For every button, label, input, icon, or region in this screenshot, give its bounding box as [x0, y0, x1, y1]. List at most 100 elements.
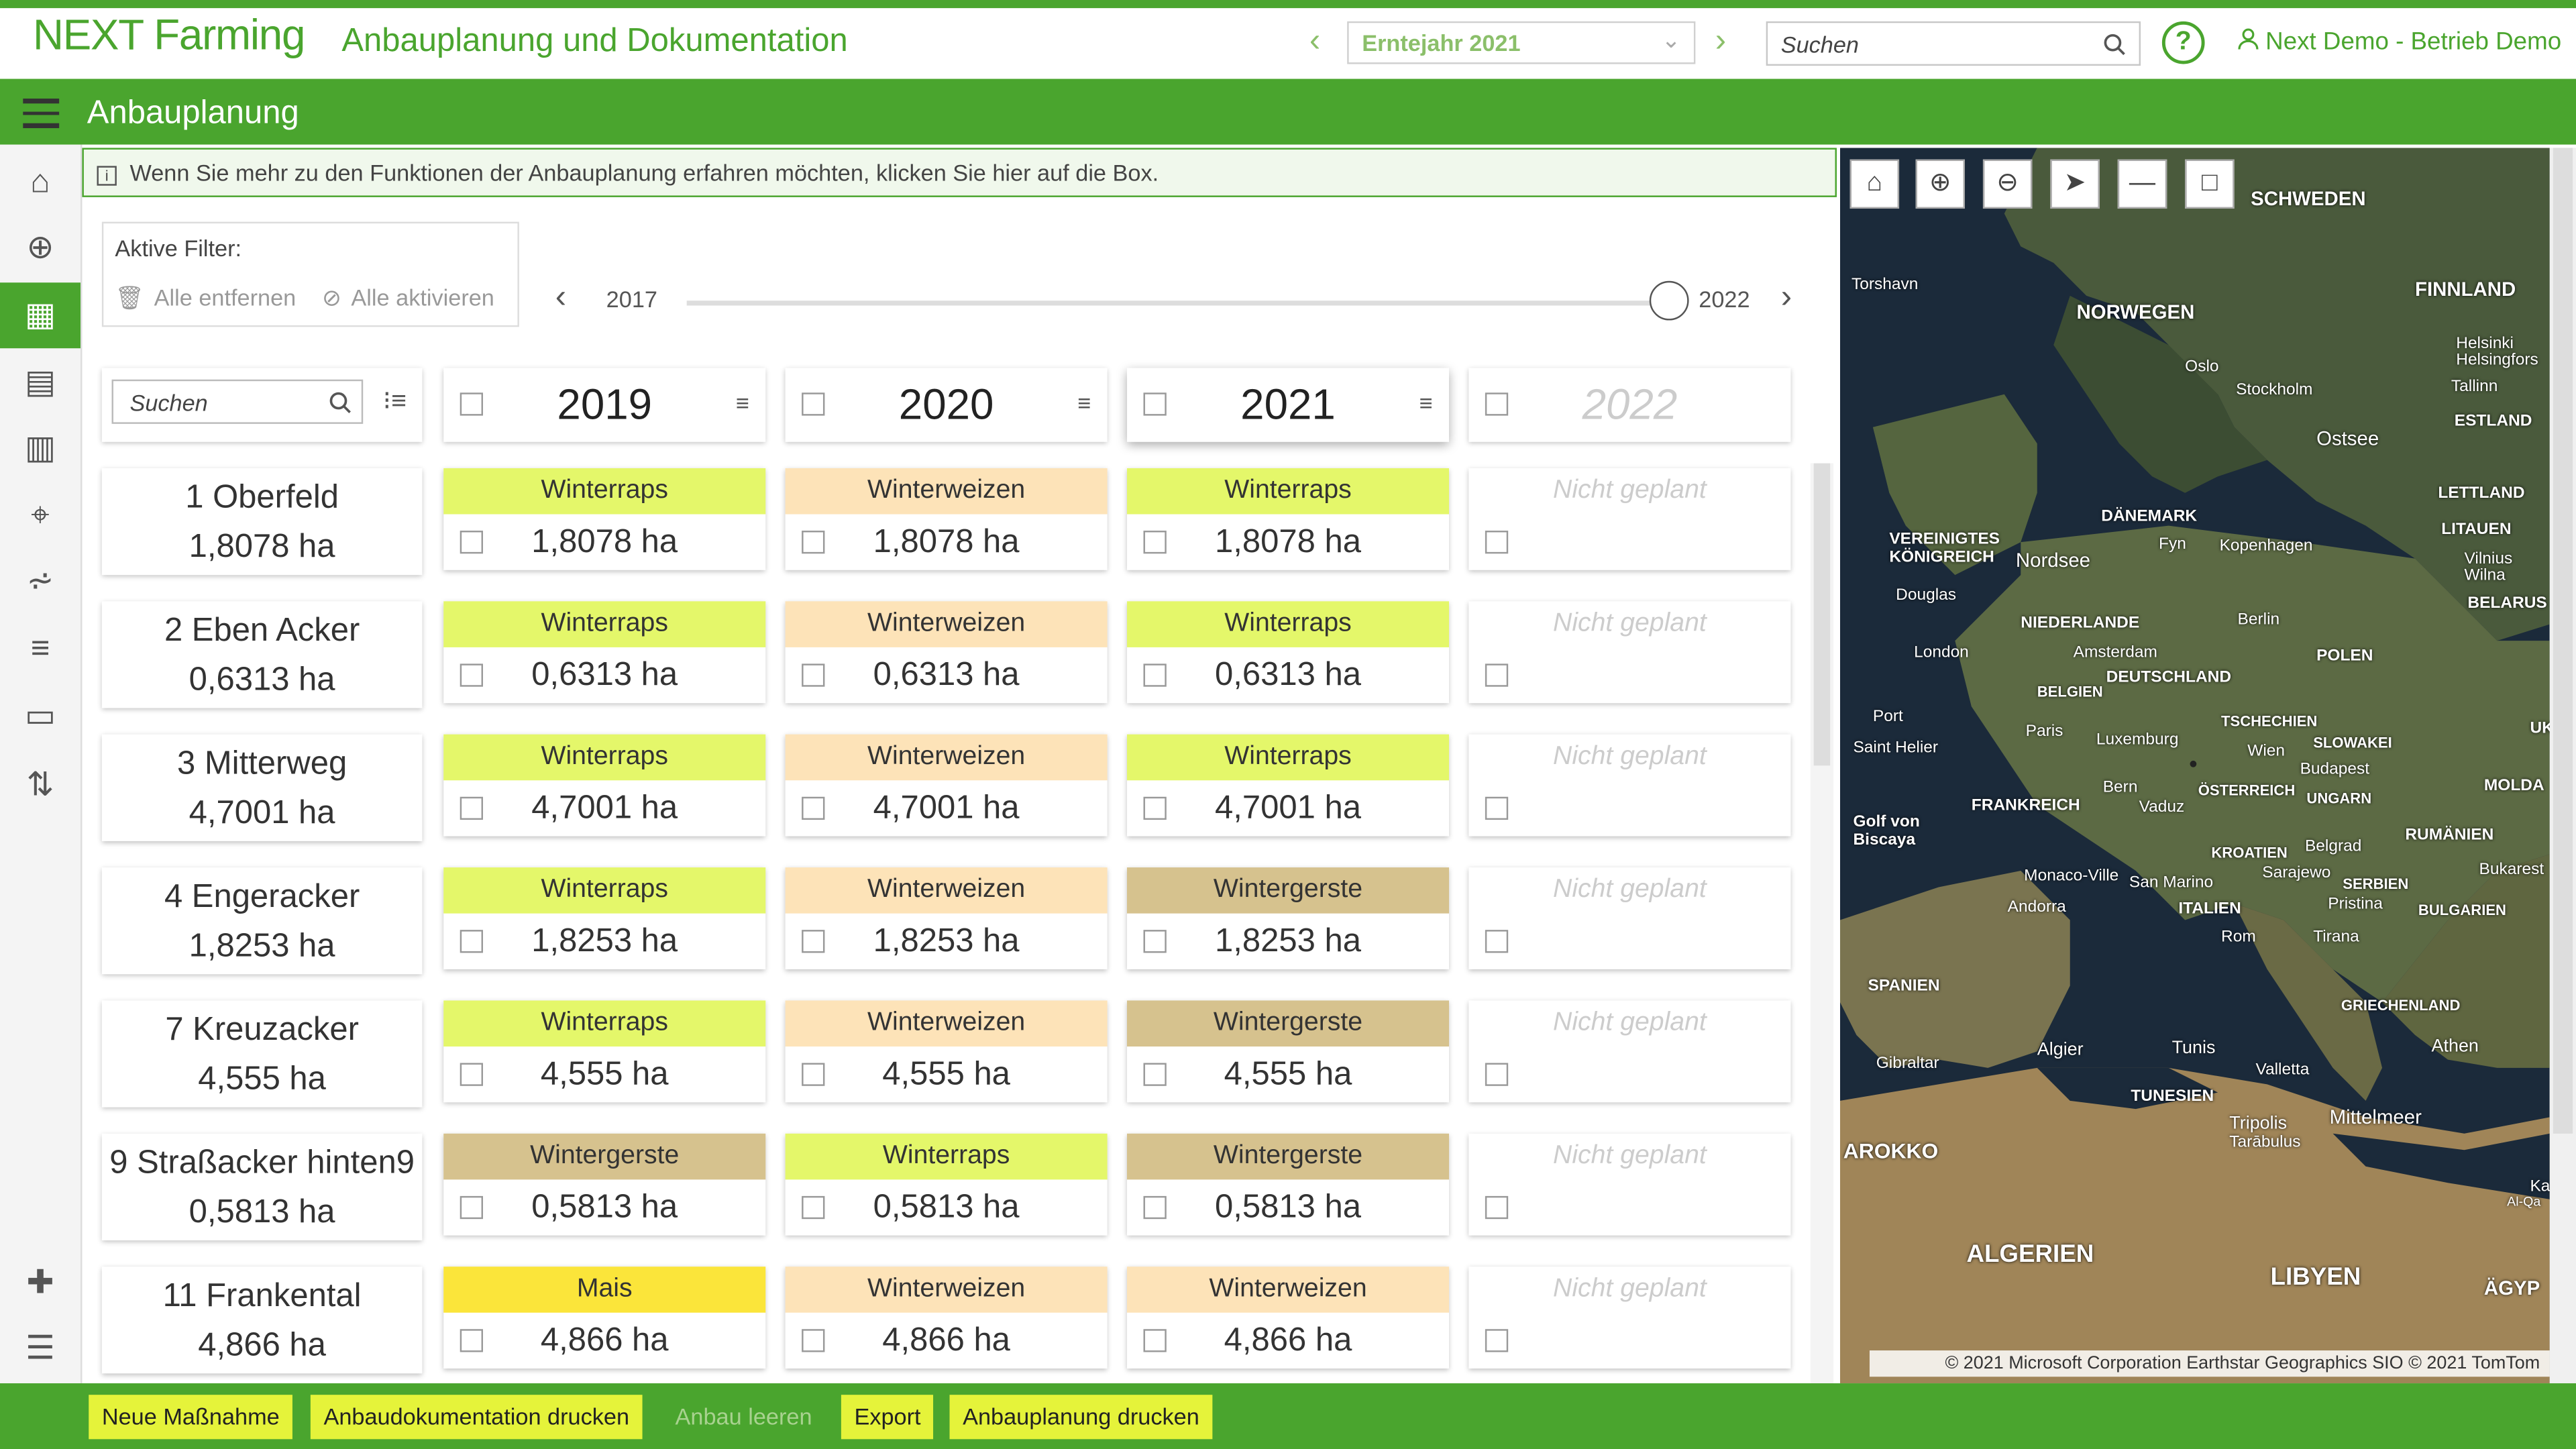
crop-area: 1,8253 ha	[531, 923, 678, 960]
grid-scrollbar-thumb[interactable]	[1813, 463, 1831, 766]
help-icon[interactable]: ?	[2161, 21, 2205, 64]
map-polygon-tool-icon[interactable]: □	[2185, 159, 2235, 209]
filter-icon[interactable]: ≡	[1077, 389, 1091, 415]
crop-cell[interactable]: Winterraps 0,6313 ha	[1127, 601, 1450, 704]
hamburger-menu-icon[interactable]	[23, 98, 60, 136]
export-button[interactable]: Export	[841, 1395, 934, 1440]
sort-arrows-icon[interactable]: ⇅	[0, 753, 80, 818]
crop-cell[interactable]: Winterweizen 4,7001 ha	[785, 734, 1108, 837]
fuel-icon[interactable]: ≡	[0, 616, 80, 682]
app-logo[interactable]: NEXT Farming	[33, 10, 305, 61]
global-search-input[interactable]: Suchen	[1766, 21, 2141, 66]
map-label: NORWEGEN	[2076, 301, 2195, 324]
crop-checkbox[interactable]	[1485, 1195, 1509, 1220]
crop-cell[interactable]: Winterweizen 4,866 ha	[1127, 1267, 1450, 1369]
crop-cell[interactable]: Winterraps 1,8078 ha	[443, 468, 766, 570]
clear-planting-button[interactable]: Anbau leeren	[662, 1395, 825, 1439]
search-icon[interactable]	[329, 391, 352, 414]
info-box[interactable]: i Wenn Sie mehr zu den Funktionen der Anb…	[82, 148, 1837, 197]
filter-icon[interactable]: ≡	[736, 389, 749, 415]
page-scrollbar-thumb[interactable]	[2553, 148, 2573, 1134]
crop-checkbox[interactable]	[1485, 1329, 1509, 1352]
timeline-prev-chevron-icon[interactable]: ‹	[555, 279, 566, 317]
add-circle-icon[interactable]: ⊕	[0, 215, 80, 281]
previous-year-chevron-icon[interactable]: ‹	[1309, 23, 1320, 60]
next-year-chevron-icon[interactable]: ›	[1715, 23, 1726, 60]
new-measure-button[interactable]: Neue Maßnahme	[89, 1395, 293, 1440]
crop-cell[interactable]: Winterweizen 4,866 ha	[785, 1267, 1108, 1369]
crop-planning-icon[interactable]: ▦	[0, 282, 81, 349]
field-card[interactable]: 7 Kreuzacker 4,555 ha	[101, 1000, 423, 1108]
map-label: Helsinki	[2456, 335, 2514, 354]
crop-cell[interactable]: Winterweizen 0,6313 ha	[785, 601, 1108, 704]
timeline-track[interactable]	[686, 301, 1670, 306]
timeline-handle[interactable]	[1649, 280, 1689, 321]
map-label: AROKKO	[1843, 1138, 1939, 1163]
field-search-placeholder: Suchen	[129, 389, 208, 416]
field-card[interactable]: 11 Frankental 4,866 ha	[101, 1267, 423, 1374]
print-planning-button[interactable]: Anbauplanung drucken	[949, 1395, 1213, 1440]
user-menu[interactable]: Next Demo - Betrieb Demo	[2238, 28, 2561, 56]
crop-checkbox[interactable]	[1485, 531, 1509, 554]
crop-cell[interactable]: Winterraps 4,555 ha	[443, 1000, 766, 1103]
puzzle-icon[interactable]: ✚	[0, 1250, 80, 1316]
field-area: 0,5813 ha	[189, 1194, 335, 1231]
field-search-input[interactable]: Suchen	[111, 379, 364, 424]
not-planned-cell[interactable]: Nicht geplant	[1468, 601, 1791, 704]
crop-cell[interactable]: Wintergerste 0,5813 ha	[1127, 1133, 1450, 1236]
crop-cell[interactable]: Wintergerste 4,555 ha	[1127, 1000, 1450, 1103]
filter-icon[interactable]: ≡	[1419, 389, 1433, 415]
crop-cell[interactable]: Winterweizen 1,8078 ha	[785, 468, 1108, 570]
map-label: Wilna	[2464, 566, 2506, 585]
print-documentation-button[interactable]: Anbaudokumentation drucken	[310, 1395, 643, 1440]
clipboard-icon[interactable]: ▤	[0, 350, 80, 416]
not-planned-cell[interactable]: Nicht geplant	[1468, 468, 1791, 570]
crop-cell[interactable]: Winterweizen 4,555 ha	[785, 1000, 1108, 1103]
crop-cell[interactable]: Wintergerste 0,5813 ha	[443, 1133, 766, 1236]
crop-cell[interactable]: Winterraps 0,5813 ha	[785, 1133, 1108, 1236]
search-icon[interactable]	[2103, 33, 2126, 56]
storage-icon[interactable]: ⩫	[0, 549, 80, 614]
not-planned-cell[interactable]: Nicht geplant	[1468, 867, 1791, 969]
crop-cell[interactable]: Winterraps 1,8253 ha	[443, 867, 766, 969]
map-zoom-out-icon[interactable]: ⊖	[1982, 159, 2033, 209]
crop-cell[interactable]: Mais 4,866 ha	[443, 1267, 766, 1369]
field-card[interactable]: 3 Mitterweg 4,7001 ha	[101, 734, 423, 841]
map-label: FRANKREICH	[1971, 796, 2080, 815]
harvest-year-select[interactable]: Erntejahr 2021 ⌄	[1347, 21, 1696, 64]
map-locate-icon[interactable]: ➤	[2050, 159, 2100, 209]
book-icon[interactable]: ▭	[0, 684, 80, 749]
crop-cell[interactable]: Winterraps 0,6313 ha	[443, 601, 766, 704]
field-card[interactable]: 9 Straßacker hinten9 0,5813 ha	[101, 1133, 423, 1240]
crop-cell[interactable]: Winterraps 1,8078 ha	[1127, 468, 1450, 570]
map-line-tool-icon[interactable]: —	[2117, 159, 2167, 209]
crop-cell[interactable]: Winterweizen 1,8253 ha	[785, 867, 1108, 969]
field-card[interactable]: 4 Engeracker 1,8253 ha	[101, 867, 423, 975]
remove-all-filters-button[interactable]: 🗑 Alle entfernen	[115, 284, 296, 313]
map-label: ÖSTERREICH	[2198, 782, 2296, 799]
list-icon[interactable]: ☰	[0, 1316, 80, 1382]
crop-cell[interactable]: Wintergerste 1,8253 ha	[1127, 867, 1450, 969]
not-planned-cell[interactable]: Nicht geplant	[1468, 1133, 1791, 1236]
crop-area: 4,866 ha	[540, 1322, 669, 1359]
crop-cell[interactable]: Winterraps 4,7001 ha	[1127, 734, 1450, 837]
field-card[interactable]: 2 Eben Acker 0,6313 ha	[101, 601, 423, 708]
crop-checkbox[interactable]	[1485, 1063, 1509, 1086]
home-icon[interactable]: ⌂	[0, 150, 80, 215]
not-planned-cell[interactable]: Nicht geplant	[1468, 1000, 1791, 1103]
not-planned-cell[interactable]: Nicht geplant	[1468, 1267, 1791, 1369]
bar-chart-icon[interactable]: ▥	[0, 416, 80, 482]
map-home-icon[interactable]: ⌂	[1849, 159, 1900, 209]
satellite-map[interactable]	[1839, 148, 2550, 1384]
sort-list-icon[interactable]: ⁝≡	[383, 384, 407, 417]
crop-checkbox[interactable]	[1485, 796, 1509, 820]
crop-cell[interactable]: Winterraps 4,7001 ha	[443, 734, 766, 837]
crop-checkbox[interactable]	[1485, 930, 1509, 953]
timeline-next-chevron-icon[interactable]: ›	[1781, 279, 1792, 317]
crop-checkbox[interactable]	[1485, 663, 1509, 687]
field-card[interactable]: 1 Oberfeld 1,8078 ha	[101, 468, 423, 576]
map-zoom-in-icon[interactable]: ⊕	[1915, 159, 1966, 209]
activate-all-filters-button[interactable]: ⊘ Alle aktivieren	[322, 284, 494, 313]
not-planned-cell[interactable]: Nicht geplant	[1468, 734, 1791, 837]
map-pin-icon[interactable]: ⌖	[0, 483, 80, 549]
